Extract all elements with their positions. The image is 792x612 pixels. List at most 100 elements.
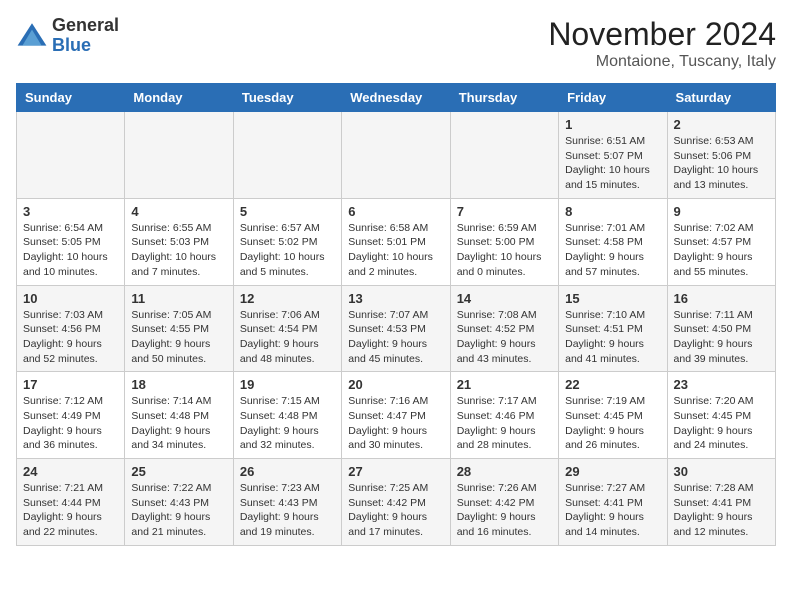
- calendar-cell: 13 Sunrise: 7:07 AM Sunset: 4:53 PM Dayli…: [342, 285, 450, 372]
- calendar-cell: 22 Sunrise: 7:19 AM Sunset: 4:45 PM Dayli…: [559, 372, 667, 459]
- calendar-cell: 9Sunrise: 7:02 AM Sunset: 4:57 PM Daylig…: [667, 198, 775, 285]
- calendar-cell: 19 Sunrise: 7:15 AM Sunset: 4:48 PM Dayli…: [233, 372, 341, 459]
- day-number: 24: [23, 464, 118, 479]
- day-info: Sunrise: 7:07 AM Sunset: 4:53 PM Dayligh…: [348, 308, 443, 367]
- calendar-cell: 18 Sunrise: 7:14 AM Sunset: 4:48 PM Dayli…: [125, 372, 233, 459]
- day-info: Sunrise: 7:20 AM Sunset: 4:45 PM Dayligh…: [674, 394, 769, 453]
- day-number: 19: [240, 377, 335, 392]
- day-number: 20: [348, 377, 443, 392]
- day-info: Sunrise: 7:08 AM Sunset: 4:52 PM Dayligh…: [457, 308, 552, 367]
- day-info: Sunrise: 6:59 AM Sunset: 5:00 PM Dayligh…: [457, 221, 552, 280]
- day-number: 6: [348, 204, 443, 219]
- calendar-cell: 20 Sunrise: 7:16 AM Sunset: 4:47 PM Dayli…: [342, 372, 450, 459]
- day-number: 4: [131, 204, 226, 219]
- day-info: Sunrise: 7:05 AM Sunset: 4:55 PM Dayligh…: [131, 308, 226, 367]
- calendar-cell: 4 Sunrise: 6:55 AM Sunset: 5:03 PM Daylig…: [125, 198, 233, 285]
- calendar-cell: 16 Sunrise: 7:11 AM Sunset: 4:50 PM Dayli…: [667, 285, 775, 372]
- logo: General Blue: [16, 16, 119, 56]
- day-number: 22: [565, 377, 660, 392]
- calendar-cell: 8Sunrise: 7:01 AM Sunset: 4:58 PM Daylig…: [559, 198, 667, 285]
- calendar-cell: [450, 112, 558, 199]
- day-info: Sunrise: 7:14 AM Sunset: 4:48 PM Dayligh…: [131, 394, 226, 453]
- day-number: 8: [565, 204, 660, 219]
- calendar-cell: 7 Sunrise: 6:59 AM Sunset: 5:00 PM Daylig…: [450, 198, 558, 285]
- day-number: 5: [240, 204, 335, 219]
- day-info: Sunrise: 6:51 AM Sunset: 5:07 PM Dayligh…: [565, 134, 660, 193]
- calendar-cell: 29Sunrise: 7:27 AM Sunset: 4:41 PM Dayli…: [559, 459, 667, 546]
- day-number: 15: [565, 291, 660, 306]
- day-number: 3: [23, 204, 118, 219]
- calendar-cell: 11 Sunrise: 7:05 AM Sunset: 4:55 PM Dayli…: [125, 285, 233, 372]
- location: Montaione, Tuscany, Italy: [548, 53, 776, 71]
- calendar-cell: 15Sunrise: 7:10 AM Sunset: 4:51 PM Dayli…: [559, 285, 667, 372]
- month-title: November 2024: [548, 16, 776, 53]
- calendar-cell: 21 Sunrise: 7:17 AM Sunset: 4:46 PM Dayli…: [450, 372, 558, 459]
- calendar-cell: [342, 112, 450, 199]
- logo-icon: [16, 20, 48, 52]
- day-info: Sunrise: 7:19 AM Sunset: 4:45 PM Dayligh…: [565, 394, 660, 453]
- day-info: Sunrise: 7:15 AM Sunset: 4:48 PM Dayligh…: [240, 394, 335, 453]
- calendar-cell: 17 Sunrise: 7:12 AM Sunset: 4:49 PM Dayli…: [17, 372, 125, 459]
- day-number: 2: [674, 117, 769, 132]
- header-day-saturday: Saturday: [667, 84, 775, 112]
- calendar-week-2: 3 Sunrise: 6:54 AM Sunset: 5:05 PM Daylig…: [17, 198, 776, 285]
- day-info: Sunrise: 7:03 AM Sunset: 4:56 PM Dayligh…: [23, 308, 118, 367]
- day-info: Sunrise: 7:27 AM Sunset: 4:41 PM Dayligh…: [565, 481, 660, 540]
- day-number: 16: [674, 291, 769, 306]
- day-number: 14: [457, 291, 552, 306]
- day-number: 28: [457, 464, 552, 479]
- day-number: 26: [240, 464, 335, 479]
- calendar-cell: [17, 112, 125, 199]
- day-info: Sunrise: 7:02 AM Sunset: 4:57 PM Dayligh…: [674, 221, 769, 280]
- calendar-cell: 30Sunrise: 7:28 AM Sunset: 4:41 PM Dayli…: [667, 459, 775, 546]
- calendar-cell: 1Sunrise: 6:51 AM Sunset: 5:07 PM Daylig…: [559, 112, 667, 199]
- day-number: 30: [674, 464, 769, 479]
- calendar-cell: 6Sunrise: 6:58 AM Sunset: 5:01 PM Daylig…: [342, 198, 450, 285]
- day-number: 25: [131, 464, 226, 479]
- logo-general-text: General: [52, 15, 119, 35]
- day-info: Sunrise: 7:16 AM Sunset: 4:47 PM Dayligh…: [348, 394, 443, 453]
- day-info: Sunrise: 7:06 AM Sunset: 4:54 PM Dayligh…: [240, 308, 335, 367]
- day-info: Sunrise: 6:53 AM Sunset: 5:06 PM Dayligh…: [674, 134, 769, 193]
- calendar-cell: [125, 112, 233, 199]
- calendar-cell: 24Sunrise: 7:21 AM Sunset: 4:44 PM Dayli…: [17, 459, 125, 546]
- header-day-wednesday: Wednesday: [342, 84, 450, 112]
- day-info: Sunrise: 6:57 AM Sunset: 5:02 PM Dayligh…: [240, 221, 335, 280]
- day-info: Sunrise: 7:26 AM Sunset: 4:42 PM Dayligh…: [457, 481, 552, 540]
- day-info: Sunrise: 6:54 AM Sunset: 5:05 PM Dayligh…: [23, 221, 118, 280]
- calendar-week-1: 1Sunrise: 6:51 AM Sunset: 5:07 PM Daylig…: [17, 112, 776, 199]
- header-day-sunday: Sunday: [17, 84, 125, 112]
- calendar-table: SundayMondayTuesdayWednesdayThursdayFrid…: [16, 83, 776, 546]
- title-area: November 2024 Montaione, Tuscany, Italy: [548, 16, 776, 71]
- calendar-cell: 23 Sunrise: 7:20 AM Sunset: 4:45 PM Dayli…: [667, 372, 775, 459]
- day-number: 13: [348, 291, 443, 306]
- header-day-monday: Monday: [125, 84, 233, 112]
- logo-blue-text: Blue: [52, 35, 91, 55]
- calendar-cell: 26Sunrise: 7:23 AM Sunset: 4:43 PM Dayli…: [233, 459, 341, 546]
- header-day-tuesday: Tuesday: [233, 84, 341, 112]
- day-number: 27: [348, 464, 443, 479]
- day-info: Sunrise: 7:22 AM Sunset: 4:43 PM Dayligh…: [131, 481, 226, 540]
- day-number: 17: [23, 377, 118, 392]
- day-number: 11: [131, 291, 226, 306]
- day-number: 12: [240, 291, 335, 306]
- day-number: 7: [457, 204, 552, 219]
- day-number: 10: [23, 291, 118, 306]
- calendar-cell: 27 Sunrise: 7:25 AM Sunset: 4:42 PM Dayli…: [342, 459, 450, 546]
- calendar-cell: 25 Sunrise: 7:22 AM Sunset: 4:43 PM Dayli…: [125, 459, 233, 546]
- day-number: 21: [457, 377, 552, 392]
- calendar-week-3: 10 Sunrise: 7:03 AM Sunset: 4:56 PM Dayli…: [17, 285, 776, 372]
- day-info: Sunrise: 7:25 AM Sunset: 4:42 PM Dayligh…: [348, 481, 443, 540]
- day-info: Sunrise: 7:11 AM Sunset: 4:50 PM Dayligh…: [674, 308, 769, 367]
- calendar-cell: 14 Sunrise: 7:08 AM Sunset: 4:52 PM Dayli…: [450, 285, 558, 372]
- day-info: Sunrise: 7:17 AM Sunset: 4:46 PM Dayligh…: [457, 394, 552, 453]
- day-number: 23: [674, 377, 769, 392]
- calendar-header-row: SundayMondayTuesdayWednesdayThursdayFrid…: [17, 84, 776, 112]
- calendar-cell: 28 Sunrise: 7:26 AM Sunset: 4:42 PM Dayli…: [450, 459, 558, 546]
- day-info: Sunrise: 7:12 AM Sunset: 4:49 PM Dayligh…: [23, 394, 118, 453]
- page-header: General Blue November 2024 Montaione, Tu…: [16, 16, 776, 71]
- calendar-week-4: 17 Sunrise: 7:12 AM Sunset: 4:49 PM Dayli…: [17, 372, 776, 459]
- day-info: Sunrise: 6:55 AM Sunset: 5:03 PM Dayligh…: [131, 221, 226, 280]
- day-number: 18: [131, 377, 226, 392]
- calendar-week-5: 24Sunrise: 7:21 AM Sunset: 4:44 PM Dayli…: [17, 459, 776, 546]
